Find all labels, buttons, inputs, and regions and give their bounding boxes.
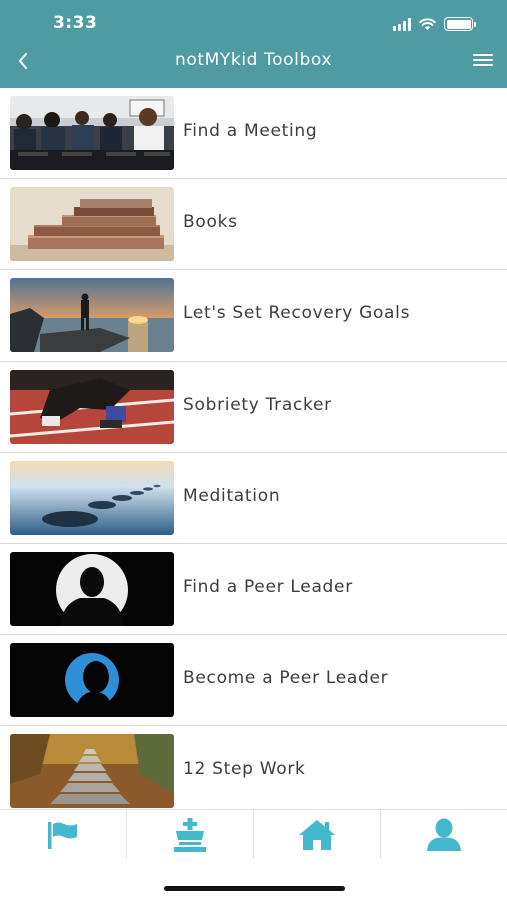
list-item-find-peer-leader[interactable]: Find a Peer Leader: [0, 543, 507, 636]
tab-flag[interactable]: [0, 810, 127, 859]
books-photo: [10, 187, 174, 262]
home-indicator: [164, 886, 345, 891]
meeting-photo: [10, 96, 174, 170]
list-item-books[interactable]: Books: [0, 179, 507, 271]
status-icons: [393, 14, 476, 34]
tab-chess[interactable]: [127, 810, 254, 859]
user-icon: [427, 818, 461, 851]
list-item-meditation[interactable]: Meditation: [0, 452, 507, 544]
sunset-hiker-photo: [10, 278, 174, 353]
blue-profile-photo: [10, 643, 174, 718]
list-item-label: Sobriety Tracker: [183, 394, 332, 415]
list-item-find-a-meeting[interactable]: Find a Meeting: [0, 88, 507, 180]
hamburger-menu-button[interactable]: [471, 50, 495, 70]
toolbox-list: Find a Meeting Books Let's Set Recovery …: [0, 88, 507, 810]
list-item-label: Books: [183, 212, 238, 233]
flag-icon: [48, 821, 77, 849]
stone-stairs-photo: [10, 734, 174, 809]
list-item-recovery-goals[interactable]: Let's Set Recovery Goals: [0, 270, 507, 362]
tab-home[interactable]: [254, 810, 381, 859]
home-icon: [299, 819, 335, 850]
page-title: notMYkid Toolbox: [174, 50, 332, 70]
list-item-12-step-work[interactable]: 12 Step Work: [0, 726, 507, 810]
stepping-stones-photo: [10, 460, 174, 535]
list-item-become-peer-leader[interactable]: Become a Peer Leader: [0, 635, 507, 727]
list-item-label: Become a Peer Leader: [183, 668, 389, 689]
header-bar: 3:33 notMYkid Toolbox: [0, 0, 507, 88]
runner-start-photo: [10, 369, 174, 444]
cellular-signal-icon: [393, 17, 411, 31]
tab-profile[interactable]: [381, 810, 507, 859]
list-item-label: Find a Peer Leader: [183, 576, 353, 597]
silhouette-photo: [10, 551, 174, 626]
list-item-label: Meditation: [183, 485, 281, 506]
list-item-label: 12 Step Work: [183, 759, 306, 780]
list-item-sobriety-tracker[interactable]: Sobriety Tracker: [0, 361, 507, 453]
list-item-label: Let's Set Recovery Goals: [183, 303, 411, 324]
list-item-label: Find a Meeting: [183, 121, 318, 141]
bottom-tab-bar: [0, 809, 507, 859]
chess-king-icon: [174, 817, 206, 852]
wifi-icon: [419, 17, 436, 30]
status-time: 3:33: [53, 13, 98, 33]
battery-icon: [444, 17, 476, 31]
